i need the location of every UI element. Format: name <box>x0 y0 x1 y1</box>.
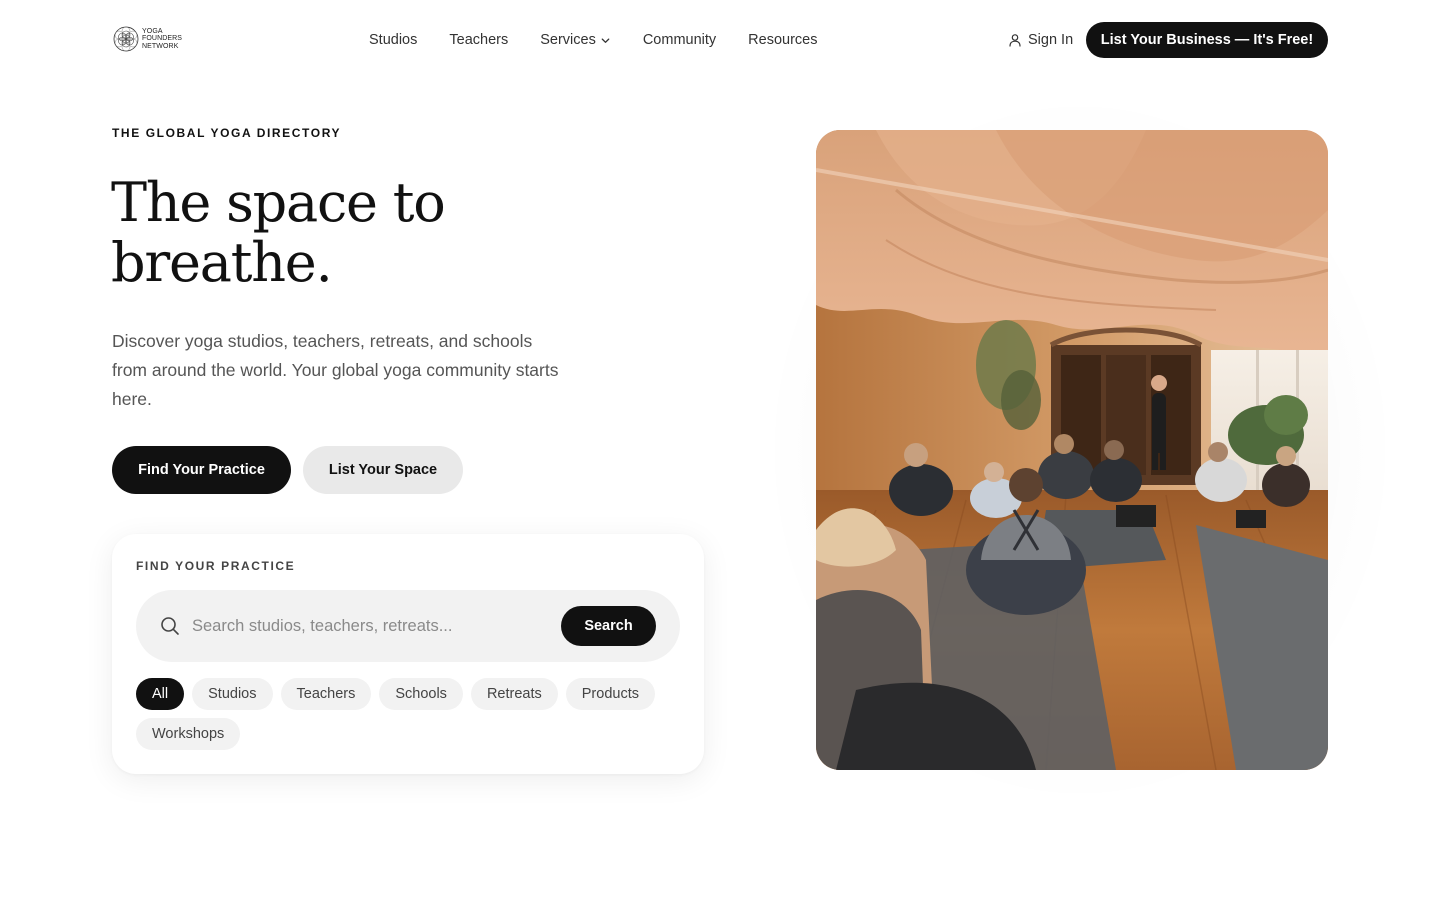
hero-title-line: The space to <box>111 171 446 234</box>
nav-item-label: Teachers <box>449 32 509 48</box>
chip-products[interactable]: Products <box>565 678 655 710</box>
nav-item-label: Studios <box>369 32 418 48</box>
nav-item-label: Resources <box>748 32 818 48</box>
chip-retreats[interactable]: Retreats <box>470 678 558 710</box>
nav-item-services[interactable]: Services <box>540 32 611 48</box>
logo-line: YOGA <box>142 27 163 35</box>
yoga-class-illustration <box>816 130 1328 770</box>
nav-item-studios[interactable]: Studios <box>369 32 417 48</box>
logo-line: NETWORK <box>142 42 179 50</box>
hero-title: The space to breathe. <box>111 173 671 293</box>
sign-in-link[interactable]: Sign In <box>1008 29 1073 51</box>
chip-all[interactable]: All <box>136 678 185 710</box>
search-card: FIND YOUR PRACTICE Search All Studios Te… <box>112 534 704 774</box>
flower-of-life-icon <box>113 26 139 52</box>
chevron-down-icon <box>601 37 610 43</box>
chip-studios[interactable]: Studios <box>192 678 273 710</box>
logo-line: FOUNDERS <box>142 35 183 43</box>
search-button[interactable]: Search <box>561 606 656 646</box>
hero-description: Discover yoga studios, teachers, retreat… <box>112 331 559 409</box>
nav-item-teachers[interactable]: Teachers <box>449 32 508 48</box>
yoga-class-photo <box>816 130 1328 770</box>
hero-eyebrow: THE GLOBAL YOGA DIRECTORY <box>112 126 342 140</box>
nav-item-resources[interactable]: Resources <box>748 32 817 48</box>
nav-item-label: Services <box>540 32 596 48</box>
site-header: YOGA FOUNDERS NETWORK Studios Teachers S… <box>0 0 1440 80</box>
chip-teachers[interactable]: Teachers <box>280 678 372 710</box>
chip-workshops[interactable]: Workshops <box>136 718 241 750</box>
nav-item-community[interactable]: Community <box>643 32 716 48</box>
main-nav: Studios Teachers Services Community Reso… <box>369 29 817 51</box>
search-icon <box>161 617 179 635</box>
search-bar: Search <box>136 590 680 662</box>
find-your-practice-button[interactable]: Find Your Practice <box>112 446 291 494</box>
logo-wordmark: YOGA FOUNDERS NETWORK <box>142 28 182 51</box>
user-icon <box>1009 34 1021 47</box>
hero-title-line: breathe. <box>111 231 333 294</box>
category-filter-chips: All Studios Teachers Schools Retreats Pr… <box>136 678 680 750</box>
nav-item-label: Community <box>642 32 717 48</box>
chip-schools[interactable]: Schools <box>379 678 463 710</box>
list-business-button[interactable]: List Your Business — It's Free! <box>1086 22 1328 58</box>
search-input[interactable] <box>192 610 542 642</box>
list-your-space-button[interactable]: List Your Space <box>303 446 463 494</box>
logo[interactable]: YOGA FOUNDERS NETWORK <box>113 26 182 52</box>
search-card-label: FIND YOUR PRACTICE <box>136 559 296 573</box>
sign-in-label: Sign In <box>1028 32 1074 48</box>
